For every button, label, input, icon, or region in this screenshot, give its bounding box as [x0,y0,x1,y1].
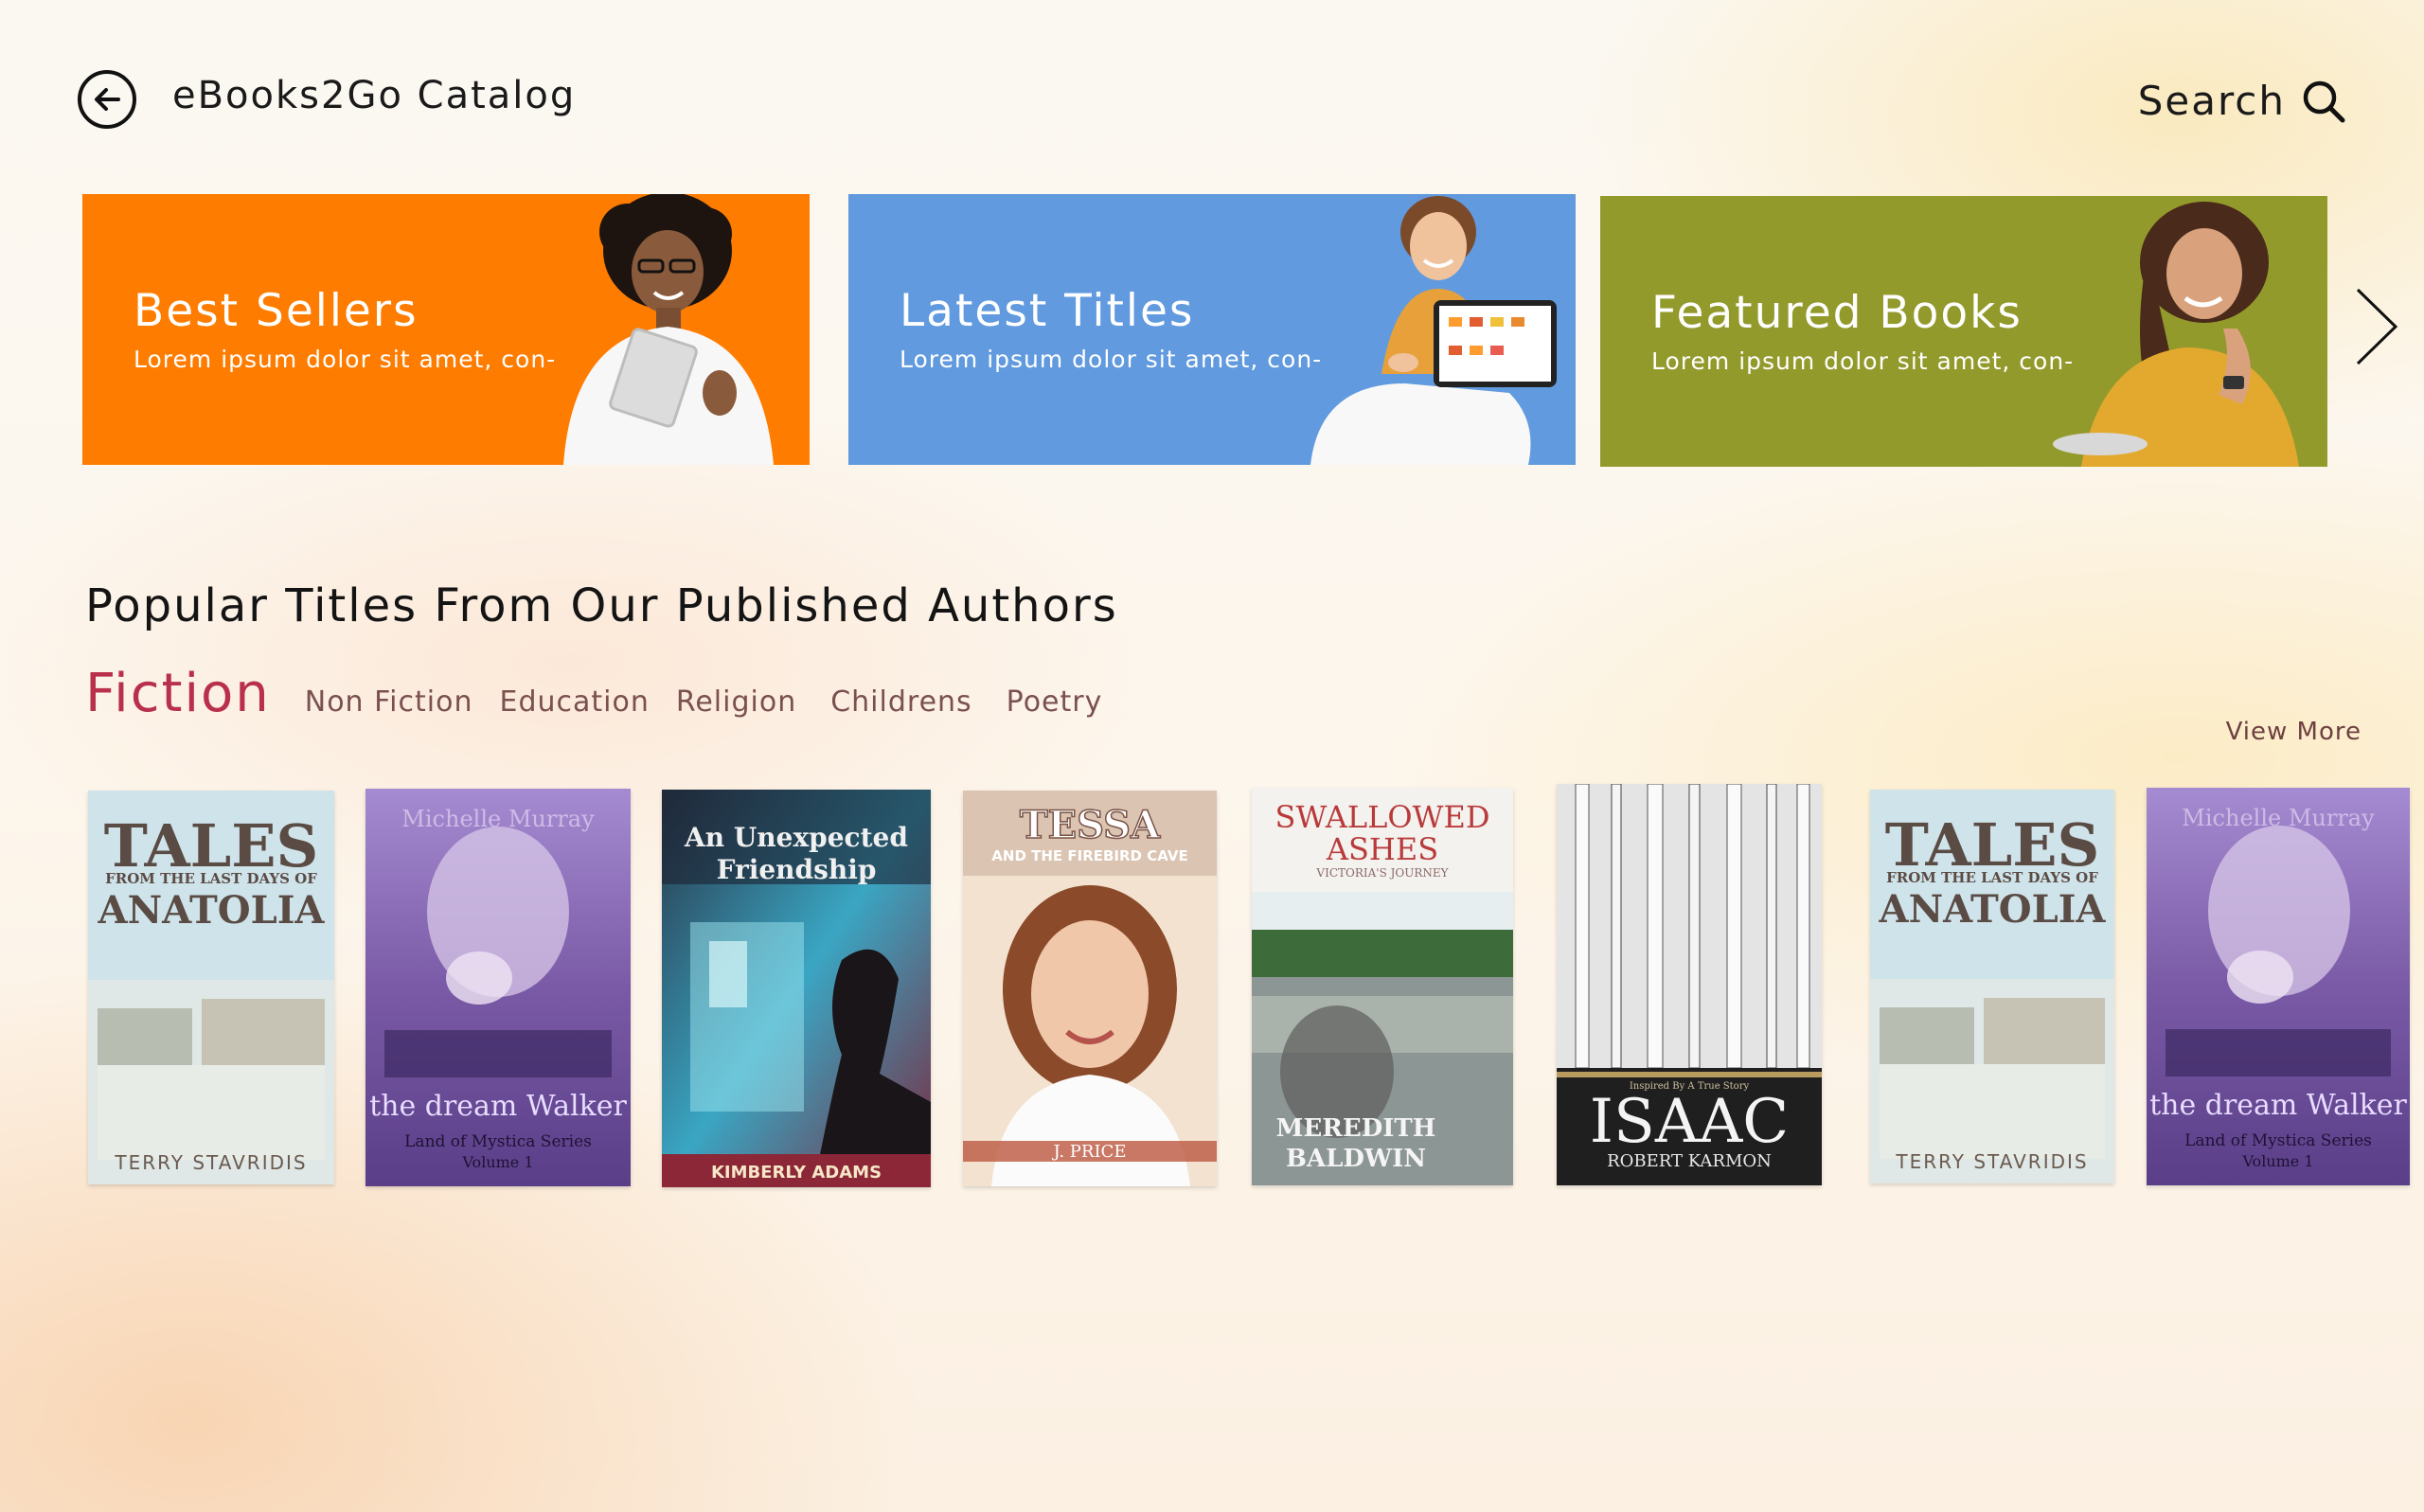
book-title: An Unexpected [684,822,908,853]
book-volume: Volume 1 [461,1153,533,1171]
woman-smiling-image [2053,202,2299,467]
search-button[interactable]: Search [2138,78,2346,124]
book-subtitle: FROM THE LAST DAYS OF [1886,869,2098,886]
banner-subtitle: Lorem ipsum dolor sit amet, con- [900,346,1323,373]
book-cover[interactable]: Michelle Murray the dream Walker Land of… [2147,788,2410,1185]
book-author: ROBERT KARMON [1607,1151,1772,1171]
tab-education[interactable]: Education [499,685,649,719]
book-cover[interactable]: An Unexpected Friendship KIMBERLY ADAMS [662,790,931,1187]
woman-showing-tablet-image [1310,196,1557,465]
book-author-line2: BALDWIN [1286,1145,1426,1173]
app-header: eBooks2Go Catalog Search [0,0,2424,189]
book-author: Michelle Murray [401,806,595,832]
app-title: eBooks2Go Catalog [172,74,577,117]
category-banner-carousel: Best Sellers Lorem ipsum dolor sit amet,… [0,194,2424,469]
tab-fiction[interactable]: Fiction [85,663,271,724]
book-cover[interactable]: Michelle Murray the dream Walker Land of… [365,789,631,1186]
book-cover-art: Michelle Murray the dream Walker Land of… [2147,788,2410,1185]
chevron-right-icon [2356,288,2398,365]
banner-title: Best Sellers [134,285,419,337]
book-cover[interactable]: SWALLOWED ASHES VICTORIA'S JOURNEY MERED… [1252,788,1513,1185]
banner-subtitle: Lorem ipsum dolor sit amet, con- [134,346,557,373]
banner-featured-books[interactable]: Featured Books Lorem ipsum dolor sit ame… [1600,196,2327,467]
tab-non-fiction[interactable]: Non Fiction [305,685,473,719]
banner-title: Featured Books [1651,287,2023,339]
book-cover-art: TALES FROM THE LAST DAYS OF ANATOLIA TER… [88,791,334,1184]
book-subtitle: AND THE FIREBIRD CAVE [991,847,1187,864]
book-cover[interactable]: Inspired By A True Story ISAAC ROBERT KA… [1557,784,1822,1185]
book-author: MEREDITH [1276,1114,1436,1143]
book-author: TERRY STAVRIDIS [1895,1150,2088,1173]
book-title: the dream Walker [369,1090,627,1123]
arrow-left-icon [95,88,120,111]
book-series: Land of Mystica Series [2184,1131,2372,1150]
book-title: TESSA [1020,803,1161,847]
book-author: KIMBERLY ADAMS [711,1163,882,1183]
book-subtitle: FROM THE LAST DAYS OF [105,870,317,887]
tab-poetry[interactable]: Poetry [1007,685,1103,719]
banner-best-sellers[interactable]: Best Sellers Lorem ipsum dolor sit amet,… [82,194,810,465]
banner-subtitle: Lorem ipsum dolor sit amet, con- [1651,347,2075,375]
search-label: Search [2137,78,2286,124]
book-title: ISAAC [1590,1087,1790,1157]
book-cover-art: Inspired By A True Story ISAAC ROBERT KA… [1557,784,1822,1185]
book-subtitle: VICTORIA'S JOURNEY [1315,866,1449,880]
book-author: J. PRICE [1052,1142,1127,1162]
woman-with-tablet-image [563,194,774,465]
book-cover[interactable]: TESSA AND THE FIREBIRD CAVE J. PRICE [963,791,1217,1186]
book-cover-art: SWALLOWED ASHES VICTORIA'S JOURNEY MERED… [1252,788,1513,1185]
book-series: Land of Mystica Series [404,1132,592,1151]
book-volume: Volume 1 [2241,1152,2313,1170]
section-title: Popular Titles From Our Published Author… [85,579,1118,632]
book-list: TALES FROM THE LAST DAYS OF ANATOLIA TER… [0,781,2424,1198]
book-author: Michelle Murray [2182,805,2375,831]
book-title-line2: ANATOLIA [1879,887,2107,932]
book-title-line2: ANATOLIA [98,888,326,933]
book-cover-art: TALES FROM THE LAST DAYS OF ANATOLIA TER… [1870,790,2114,1183]
book-title: the dream Walker [2149,1089,2407,1122]
search-icon [2303,80,2345,122]
book-cover[interactable]: TALES FROM THE LAST DAYS OF ANATOLIA TER… [1870,790,2114,1183]
genre-tabs: Fiction Non Fiction Education Religion C… [85,663,1129,729]
book-cover[interactable]: TALES FROM THE LAST DAYS OF ANATOLIA TER… [88,791,334,1184]
book-author: TERRY STAVRIDIS [114,1151,307,1174]
book-title-line2: Friendship [717,854,877,885]
book-title-line2: ASHES [1326,831,1438,867]
book-cover-art: TESSA AND THE FIREBIRD CAVE J. PRICE [963,791,1217,1186]
book-cover-art: Michelle Murray the dream Walker Land of… [365,789,631,1186]
back-button[interactable] [78,70,136,129]
banner-latest-titles[interactable]: Latest Titles Lorem ipsum dolor sit amet… [848,194,1576,465]
tab-childrens[interactable]: Childrens [830,685,971,719]
book-title: SWALLOWED [1275,799,1490,835]
view-more-link[interactable]: View More [2226,718,2362,746]
tab-religion[interactable]: Religion [676,685,796,719]
banner-title: Latest Titles [900,285,1195,337]
book-cover-art: An Unexpected Friendship KIMBERLY ADAMS [662,790,931,1187]
carousel-next-button[interactable] [2348,284,2405,369]
